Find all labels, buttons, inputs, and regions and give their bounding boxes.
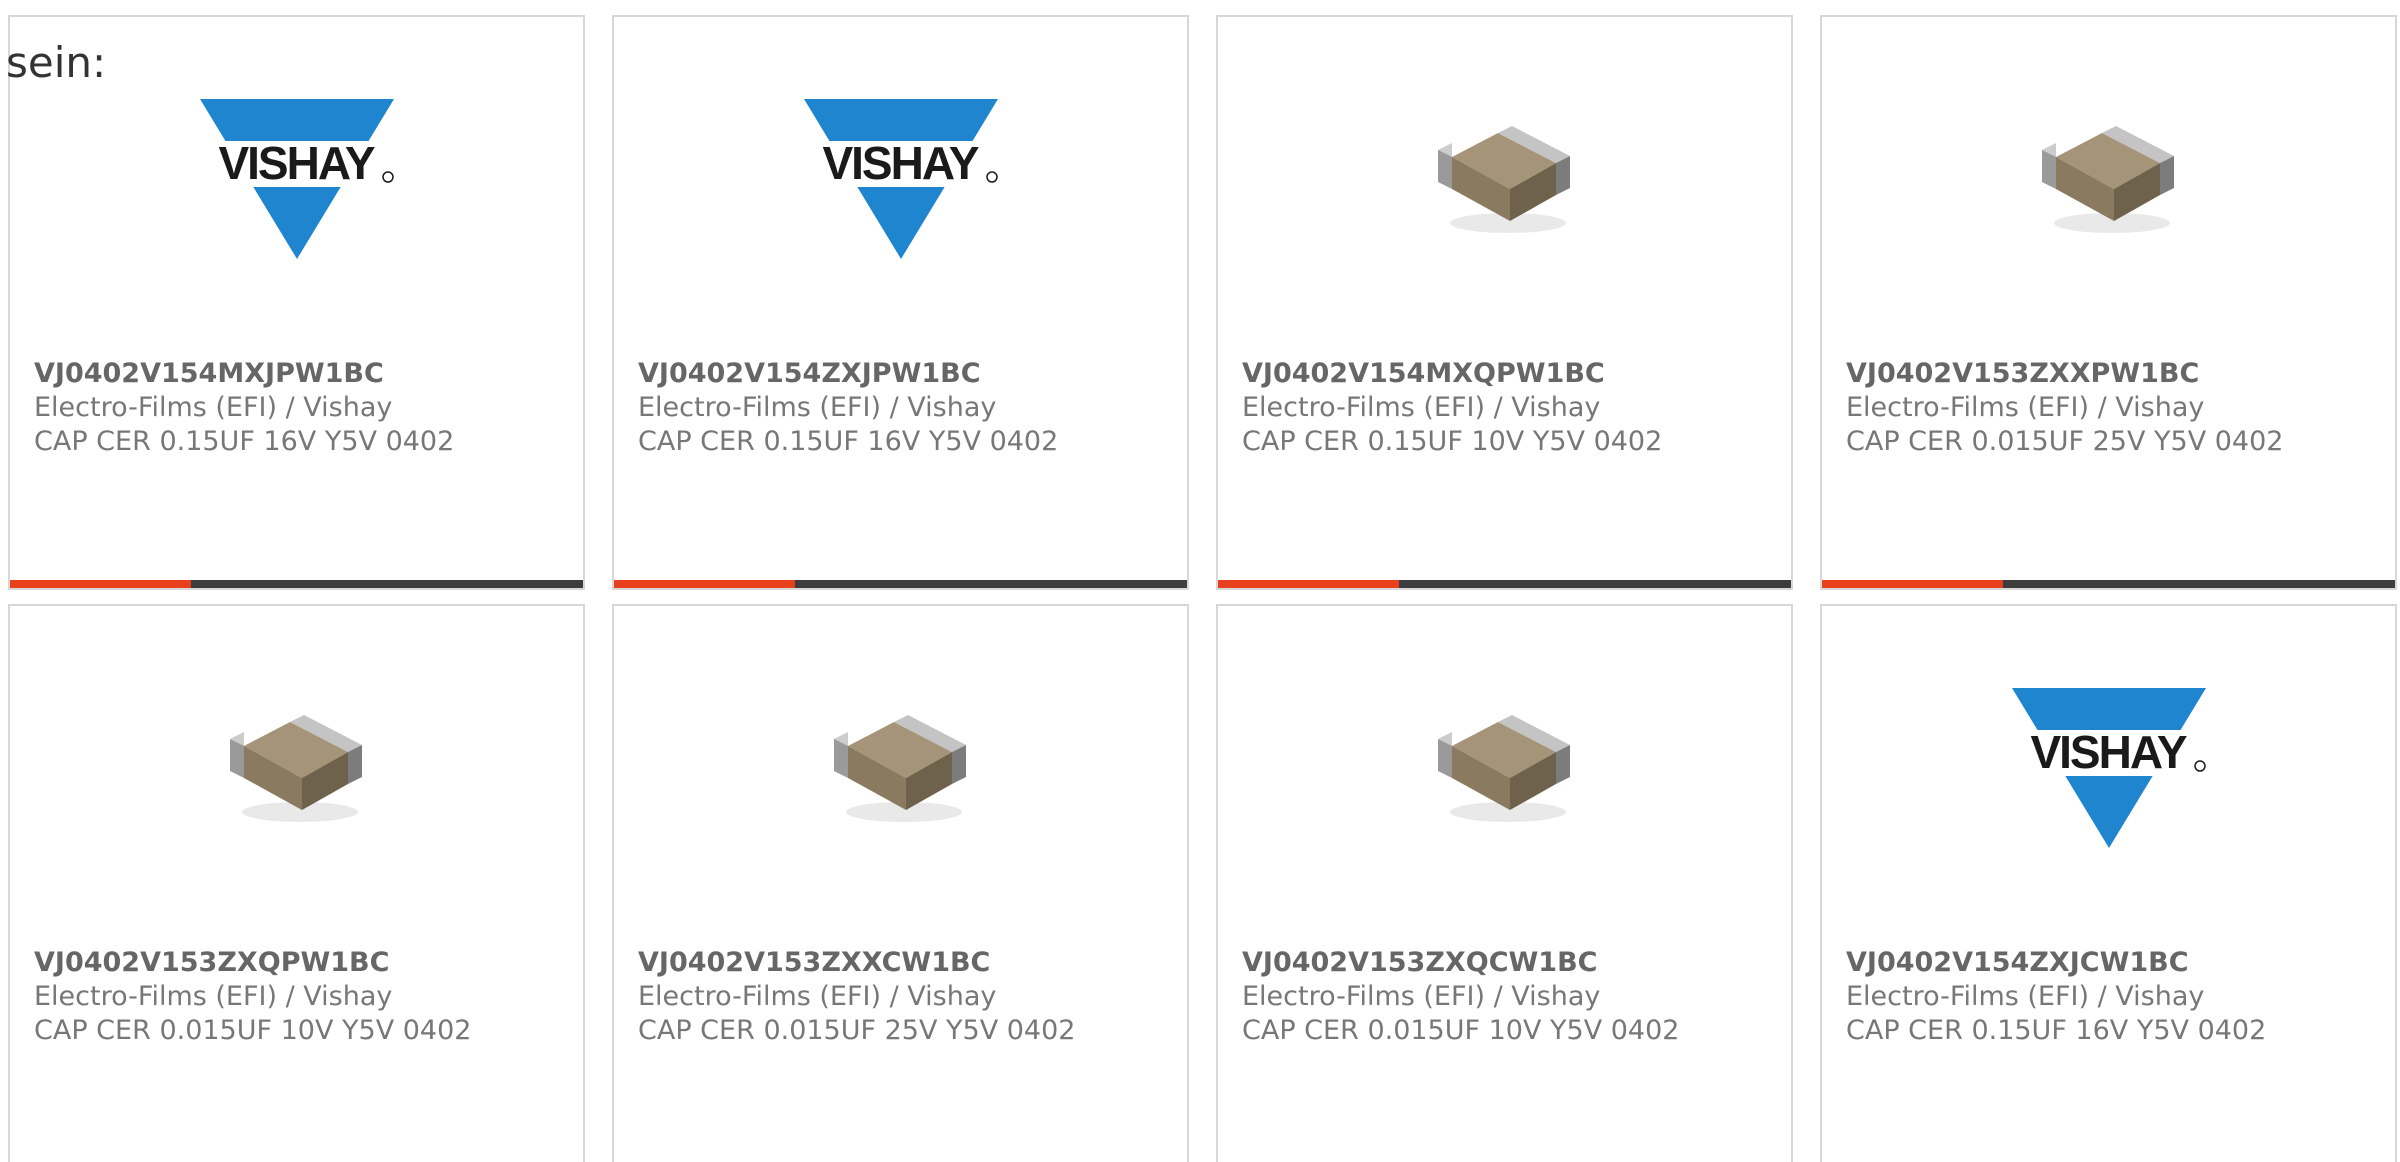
ceramic-capacitor-icon [229,715,362,822]
description: CAP CER 0.015UF 25V Y5V 0402 [1846,426,2284,457]
product-card[interactable]: VISHAY VJ0402V154ZXJCW1BC Electro-Films … [1820,604,2397,1162]
progress-bar [1218,580,1791,588]
progress-fill [10,580,192,588]
description: CAP CER 0.15UF 16V Y5V 0402 [638,426,1059,457]
vishay-logo-icon: VISHAY [795,99,1006,259]
description: CAP CER 0.15UF 16V Y5V 0402 [34,426,455,457]
vishay-logo-icon: VISHAY [191,99,402,259]
description: CAP CER 0.15UF 16V Y5V 0402 [1846,1015,2267,1046]
progress-fill [614,580,796,588]
part-number[interactable]: VJ0402V154MXQPW1BC [1242,357,1781,391]
product-image[interactable] [614,686,1187,886]
product-image[interactable] [1218,686,1791,886]
logo-text: VISHAY [2030,726,2186,778]
ceramic-capacitor-icon [1437,715,1570,822]
logo-text: VISHAY [218,137,374,189]
manufacturer: Electro-Films (EFI) / Vishay [638,981,997,1012]
product-image[interactable]: VISHAY [10,97,583,297]
part-number[interactable]: VJ0402V154ZXJPW1BC [638,357,1177,391]
product-image[interactable] [1822,97,2395,297]
progress-fill [1218,580,1400,588]
ceramic-capacitor-icon [2041,126,2174,233]
progress-fill [1822,580,2004,588]
part-number[interactable]: VJ0402V154MXJPW1BC [34,357,573,391]
product-card[interactable]: VJ0402V153ZXXPW1BC Electro-Films (EFI) /… [1820,15,2397,590]
product-image[interactable] [1218,97,1791,297]
description: CAP CER 0.015UF 10V Y5V 0402 [1242,1015,1680,1046]
progress-bar [614,580,1187,588]
product-card[interactable]: VJ0402V153ZXQPW1BC Electro-Films (EFI) /… [8,604,585,1162]
product-card[interactable]: VJ0402V153ZXXCW1BC Electro-Films (EFI) /… [612,604,1189,1162]
manufacturer: Electro-Films (EFI) / Vishay [638,392,997,423]
vishay-logo-icon: VISHAY [2003,688,2214,848]
description: CAP CER 0.015UF 10V Y5V 0402 [34,1015,472,1046]
product-card[interactable]: VJ0402V154MXQPW1BC Electro-Films (EFI) /… [1216,15,1793,590]
intro-text: sein: [6,38,107,87]
product-card[interactable]: VJ0402V153ZXQCW1BC Electro-Films (EFI) /… [1216,604,1793,1162]
manufacturer: Electro-Films (EFI) / Vishay [34,981,393,1012]
progress-bar [10,580,583,588]
product-image[interactable] [10,686,583,886]
manufacturer: Electro-Films (EFI) / Vishay [1846,981,2205,1012]
description: CAP CER 0.15UF 10V Y5V 0402 [1242,426,1663,457]
manufacturer: Electro-Films (EFI) / Vishay [1242,392,1601,423]
progress-bar [1822,580,2395,588]
product-image[interactable]: VISHAY [614,97,1187,297]
ceramic-capacitor-icon [1437,126,1570,233]
part-number[interactable]: VJ0402V154ZXJCW1BC [1846,946,2385,980]
part-number[interactable]: VJ0402V153ZXQPW1BC [34,946,573,980]
manufacturer: Electro-Films (EFI) / Vishay [34,392,393,423]
part-number[interactable]: VJ0402V153ZXQCW1BC [1242,946,1781,980]
part-number[interactable]: VJ0402V153ZXXCW1BC [638,946,1177,980]
product-image[interactable]: VISHAY [1822,686,2395,886]
manufacturer: Electro-Films (EFI) / Vishay [1846,392,2205,423]
manufacturer: Electro-Films (EFI) / Vishay [1242,981,1601,1012]
product-card[interactable]: VISHAY VJ0402V154ZXJPW1BC Electro-Films … [612,15,1189,590]
ceramic-capacitor-icon [833,715,966,822]
description: CAP CER 0.015UF 25V Y5V 0402 [638,1015,1076,1046]
part-number[interactable]: VJ0402V153ZXXPW1BC [1846,357,2385,391]
product-card[interactable]: VISHAY VJ0402V154MXJPW1BC Electro-Films … [8,15,585,590]
logo-text: VISHAY [822,137,978,189]
